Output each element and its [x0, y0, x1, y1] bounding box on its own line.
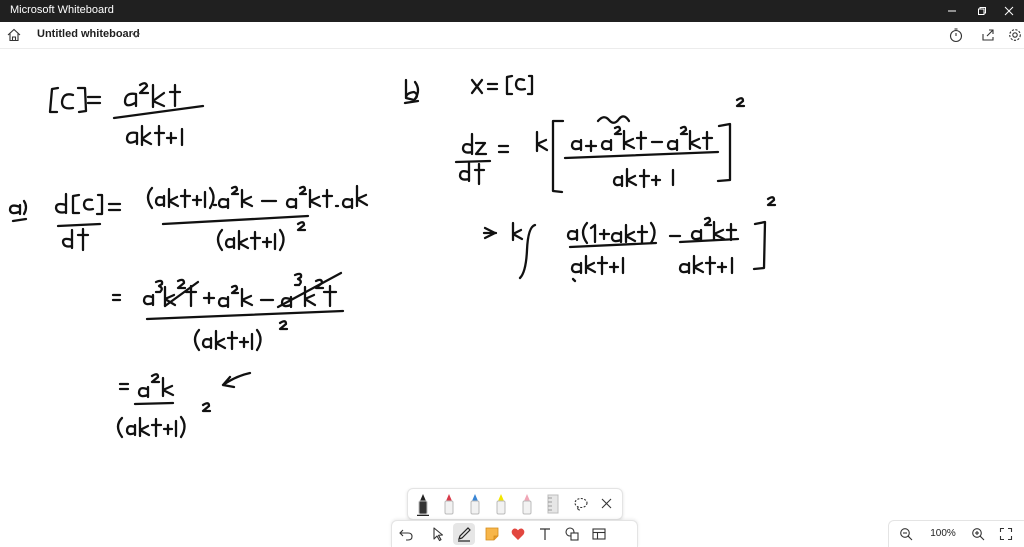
lasso-select-icon[interactable]	[573, 496, 589, 512]
ink-part-a	[8, 184, 369, 439]
close-window-button[interactable]	[992, 0, 1024, 22]
board-name[interactable]: Untitled whiteboard	[37, 28, 140, 40]
timer-icon[interactable]	[948, 27, 964, 43]
home-icon[interactable]	[6, 27, 22, 43]
app-bar: Untitled whiteboard	[0, 22, 1024, 49]
zoom-controls: 100%	[888, 520, 1024, 547]
undo-icon[interactable]	[398, 526, 414, 542]
ink-definition	[48, 82, 205, 147]
sticky-note-icon[interactable]	[484, 526, 500, 542]
pen-icon	[458, 527, 471, 542]
fit-to-screen-icon[interactable]	[999, 527, 1013, 541]
whiteboard-canvas[interactable]	[0, 49, 1024, 489]
templates-icon[interactable]	[591, 526, 607, 542]
share-icon[interactable]	[980, 27, 996, 43]
minimize-button[interactable]	[935, 0, 969, 22]
zoom-level[interactable]: 100%	[929, 528, 957, 539]
window-title: Microsoft Whiteboard	[10, 4, 114, 16]
zoom-in-icon[interactable]	[971, 527, 985, 541]
chevron-down-icon[interactable]	[130, 29, 142, 41]
restore-icon	[978, 7, 986, 15]
close-palette-icon[interactable]	[600, 497, 613, 510]
zoom-out-icon[interactable]	[899, 527, 913, 541]
pen-palette	[407, 488, 623, 520]
ink-layer	[8, 74, 777, 439]
bottom-toolbar	[391, 520, 638, 547]
ruler-icon[interactable]	[546, 492, 560, 516]
black-pen-icon[interactable]	[416, 492, 430, 516]
pen-tool-button[interactable]	[453, 523, 475, 545]
blue-pen-icon[interactable]	[468, 492, 482, 516]
highlighter-yellow-icon[interactable]	[494, 492, 508, 516]
title-bar: Microsoft Whiteboard	[0, 0, 1024, 22]
minimize-icon	[948, 10, 956, 12]
text-icon[interactable]	[537, 526, 553, 542]
settings-gear-icon[interactable]	[1007, 27, 1023, 43]
reaction-heart-icon[interactable]	[510, 526, 526, 542]
close-icon	[1004, 6, 1014, 16]
ink-part-b	[403, 74, 777, 283]
select-pointer-icon[interactable]	[430, 526, 446, 542]
eraser-pink-icon[interactable]	[520, 492, 534, 516]
shapes-icon[interactable]	[564, 526, 580, 542]
red-pen-icon[interactable]	[442, 492, 456, 516]
